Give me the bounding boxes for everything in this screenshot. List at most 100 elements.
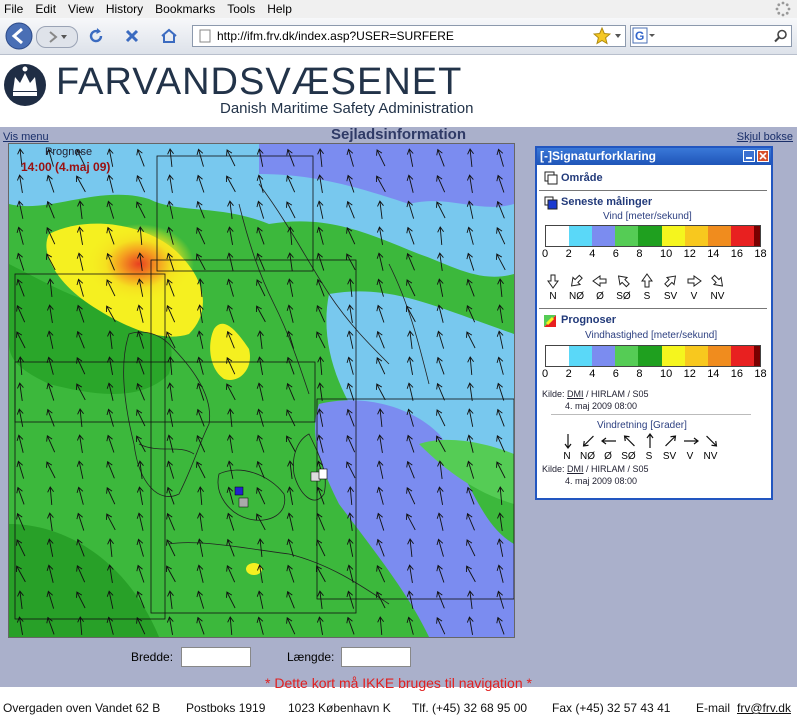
url-dropdown-icon[interactable]: [614, 32, 622, 40]
menu-bookmarks[interactable]: Bookmarks: [155, 2, 215, 16]
scale-number: 4: [589, 248, 596, 260]
measurement-marker-blue[interactable]: [234, 486, 244, 496]
dmi-link[interactable]: DMI: [567, 389, 584, 399]
scale-number: 10: [660, 368, 673, 380]
direction-label: SØ: [621, 451, 636, 462]
laengde-field[interactable]: [341, 647, 411, 667]
direction-arrow-icon: [664, 275, 677, 288]
footer-email-label: E-mail: [696, 701, 731, 715]
legend-vindhastighed-label: Vindhastighed [meter/sekund]: [585, 330, 718, 341]
reload-icon: [89, 28, 103, 43]
legend-titlebar: [-]Signaturforklaring: [537, 148, 771, 165]
scale-swatch: [684, 226, 708, 246]
scale-number: 2: [565, 368, 572, 380]
scale-number: 4: [589, 368, 596, 380]
wind-forecast-map[interactable]: Prognose 14:00 (4.maj 09): [8, 143, 515, 638]
scale-swatch: [638, 346, 662, 366]
direction-label: Ø: [596, 291, 604, 302]
site-logo-subtitle: Danish Maritime Safety Administration: [220, 100, 474, 117]
main-content: Vis menu Sejladsinformation Skjul bokse: [0, 126, 797, 691]
direction-arrow-icon: [617, 275, 630, 288]
forecast-icon: [544, 315, 556, 327]
direction-label: NV: [710, 291, 725, 302]
scale-number: 2: [565, 248, 572, 260]
back-arrow-icon: [5, 22, 33, 50]
skjul-bokse-link[interactable]: Skjul bokse: [737, 131, 793, 143]
direction-arrow-small-icon: [684, 437, 699, 445]
footer-phone: Tlf. (+45) 32 68 95 00: [412, 701, 528, 715]
kilde-date-2: 4. maj 2009 08:00: [565, 476, 638, 486]
kilde-date: 4. maj 2009 08:00: [565, 401, 638, 411]
throbber-icon: [775, 1, 791, 17]
direction-arrow-small-icon: [646, 433, 654, 448]
wind-scale-numbers: 0 2 4 6 8 10 12 14 16 18: [542, 248, 767, 260]
site-footer: Overgaden oven Vandet 62 B Postboks 1919…: [0, 695, 797, 718]
direction-label: NØ: [569, 291, 584, 302]
menu-history[interactable]: History: [106, 2, 143, 16]
direction-label: S: [643, 291, 651, 302]
footer-city: 1023 København K: [288, 701, 391, 715]
direction-arrow-small-icon: [582, 435, 594, 447]
station-marker[interactable]: [318, 468, 328, 480]
legend-title[interactable]: [-]Signaturforklaring: [540, 149, 656, 163]
scale-number: 0: [542, 368, 549, 380]
scale-number: 0: [542, 248, 549, 260]
back-button[interactable]: [3, 21, 35, 51]
measurement-marker-gray-2[interactable]: [310, 471, 321, 482]
legend-seneste: Seneste målinger: [561, 196, 653, 208]
kilde-line-2: Kilde: DMI / HIRLAM / S05: [542, 464, 649, 474]
scale-number: 6: [612, 248, 619, 260]
site-logo-text: FARVANDSVÆSENET: [56, 61, 463, 103]
scale-swatch: [569, 346, 593, 366]
bookmark-star-icon[interactable]: [593, 27, 611, 45]
direction-label: S: [645, 451, 653, 462]
menu-file[interactable]: File: [4, 2, 23, 16]
google-icon[interactable]: G: [632, 27, 656, 45]
page-icon: [199, 29, 211, 43]
scale-number: 8: [636, 368, 643, 380]
direction-arrow-icon: [547, 274, 559, 289]
kilde-label-2: Kilde:: [542, 464, 565, 474]
wind-direction-small-arrows-icon: [564, 433, 718, 449]
home-button[interactable]: [158, 26, 180, 46]
direction-arrow-icon: [641, 273, 653, 288]
vindretning-label: Vindretning [Grader]: [597, 420, 687, 431]
menu-tools[interactable]: Tools: [227, 2, 255, 16]
direction-arrow-small-icon: [564, 434, 572, 449]
scale-number: 18: [754, 368, 767, 380]
prognose-label: Prognose: [45, 146, 93, 158]
direction-arrow-icon: [570, 274, 583, 287]
scale-number: 12: [683, 368, 696, 380]
bredde-field[interactable]: [181, 647, 251, 667]
stop-button[interactable]: [122, 26, 142, 46]
search-input[interactable]: G: [630, 25, 792, 47]
direction-arrow-small-icon: [706, 435, 718, 447]
menu-view[interactable]: View: [68, 2, 94, 16]
direction-label: SØ: [616, 291, 631, 302]
coordinate-readout: Bredde: Længde:: [0, 645, 797, 671]
forecast-time-label: 14:00 (4.maj 09): [21, 160, 111, 174]
direction-arrow-small-icon: [601, 437, 616, 445]
scale-swatch: [546, 346, 570, 366]
navigation-warning: * Dette kort må IKKE bruges til navigati…: [265, 675, 532, 691]
site-header: FARVANDSVÆSENET Danish Maritime Safety A…: [0, 55, 797, 127]
strong-wind-region: [84, 224, 194, 304]
map-canvas[interactable]: [9, 144, 514, 637]
close-icon[interactable]: [757, 150, 769, 162]
url-bar[interactable]: http://ifm.frv.dk/index.asp?USER=SURFERE: [192, 25, 626, 47]
forward-button[interactable]: [36, 26, 78, 48]
menu-edit[interactable]: Edit: [35, 2, 56, 16]
legend-separator-2: [539, 308, 767, 309]
menu-help[interactable]: Help: [267, 2, 292, 16]
footer-email-link[interactable]: frv@frv.dk: [737, 701, 791, 715]
scale-number: 14: [707, 368, 720, 380]
measurement-marker-gray[interactable]: [238, 497, 249, 508]
dmi-link-2[interactable]: DMI: [567, 464, 584, 474]
search-icon[interactable]: [774, 29, 788, 43]
direction-label: SV: [663, 291, 678, 302]
scale-number: 6: [612, 368, 619, 380]
scale-swatch: [707, 346, 731, 366]
reload-button[interactable]: [86, 26, 106, 46]
minimize-icon[interactable]: [743, 150, 755, 162]
scale-number: 16: [730, 368, 744, 380]
